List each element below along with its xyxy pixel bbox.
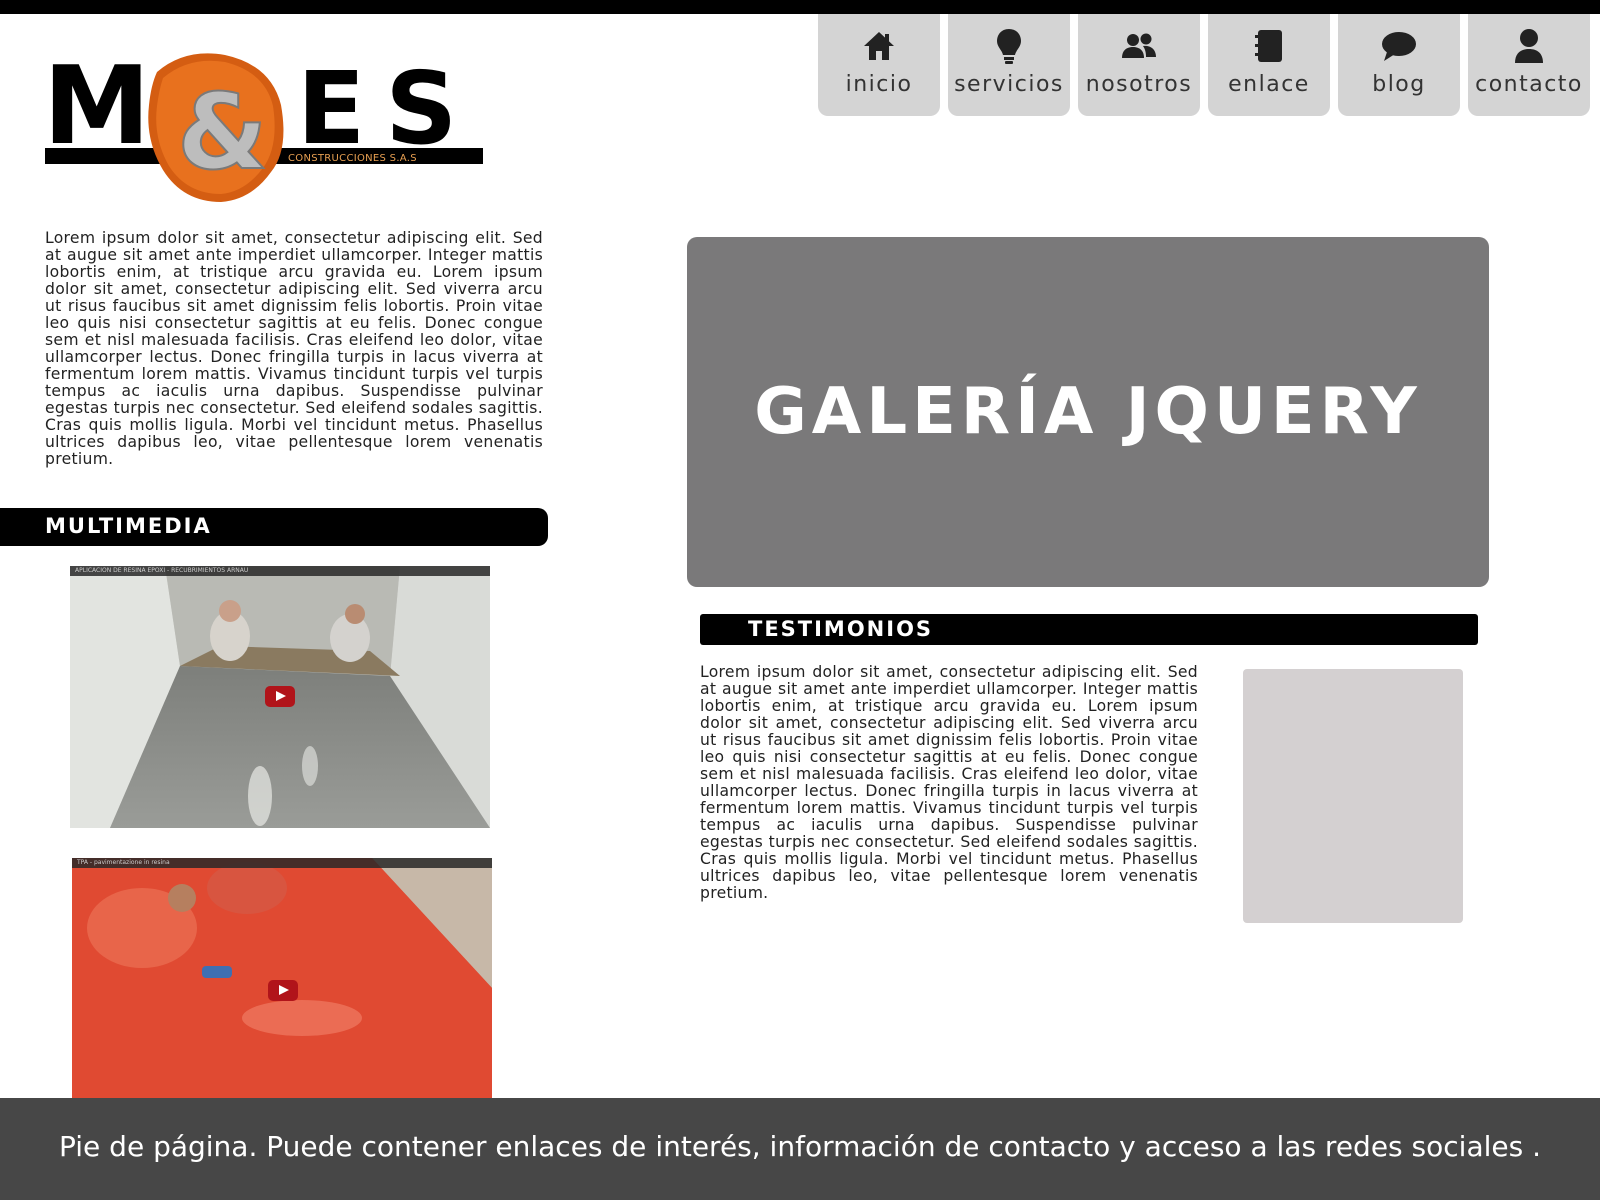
nav-item-servicios[interactable]: servicios (948, 14, 1070, 116)
multimedia-header: MULTIMEDIA (0, 508, 548, 546)
user-icon (1468, 28, 1590, 64)
gallery-title: GALERÍA JQUERY (754, 375, 1422, 449)
top-bar (0, 0, 1600, 14)
play-button-icon[interactable] (265, 686, 295, 707)
video-title-1: APLICACION DE RESINA EPOXI - RECUBRIMIEN… (70, 566, 490, 576)
company-logo[interactable]: M ES & CONSTRUCCIONES S.A.S (43, 44, 495, 210)
nav-label: servicios (954, 72, 1064, 97)
nav-label: contacto (1475, 72, 1583, 97)
footer-text: Pie de página. Puede contener enlaces de… (59, 1130, 1541, 1163)
testimonial-image-placeholder (1243, 669, 1463, 923)
logo-letters-es: ES (297, 50, 477, 167)
logo-letter-m: M (45, 50, 150, 169)
jquery-gallery[interactable]: GALERÍA JQUERY (687, 237, 1489, 587)
logo-ampersand: & (177, 71, 268, 193)
logo-tagline: CONSTRUCCIONES S.A.S (288, 153, 417, 164)
nav-label: enlace (1228, 72, 1310, 97)
nav-item-enlace[interactable]: enlace (1208, 14, 1330, 116)
home-icon (818, 28, 940, 64)
nav-item-contacto[interactable]: contacto (1468, 14, 1590, 116)
video-title-2: TPA - pavimentazione in resina (72, 858, 492, 868)
video-player-2[interactable]: TPA - pavimentazione in resina (72, 858, 492, 1098)
video-player-1[interactable]: APLICACION DE RESINA EPOXI - RECUBRIMIEN… (70, 566, 490, 828)
testimonios-paragraph: Lorem ipsum dolor sit amet, consectetur … (700, 663, 1198, 902)
nav-item-blog[interactable]: blog (1338, 14, 1460, 116)
testimonios-title: TESTIMONIOS (748, 617, 934, 641)
users-icon (1078, 28, 1200, 64)
nav-item-nosotros[interactable]: nosotros (1078, 14, 1200, 116)
video-thumbnail-2 (72, 858, 492, 1098)
nav-item-inicio[interactable]: inicio (818, 14, 940, 116)
nav-label: blog (1372, 72, 1426, 97)
footer: Pie de página. Puede contener enlaces de… (0, 1098, 1600, 1200)
logo-graphic: M ES & CONSTRUCCIONES S.A.S (43, 44, 483, 202)
testimonios-header: TESTIMONIOS (700, 614, 1478, 645)
play-button-icon[interactable] (268, 980, 298, 1001)
intro-paragraph: Lorem ipsum dolor sit amet, consectetur … (45, 229, 543, 468)
nav-label: inicio (845, 72, 913, 97)
main-nav: inicio servicios nosotros enlace blog co… (818, 14, 1594, 116)
nav-label: nosotros (1085, 72, 1193, 97)
lightbulb-icon (948, 28, 1070, 64)
speech-bubble-icon (1338, 28, 1460, 64)
notebook-icon (1208, 28, 1330, 64)
multimedia-title: MULTIMEDIA (45, 514, 212, 538)
